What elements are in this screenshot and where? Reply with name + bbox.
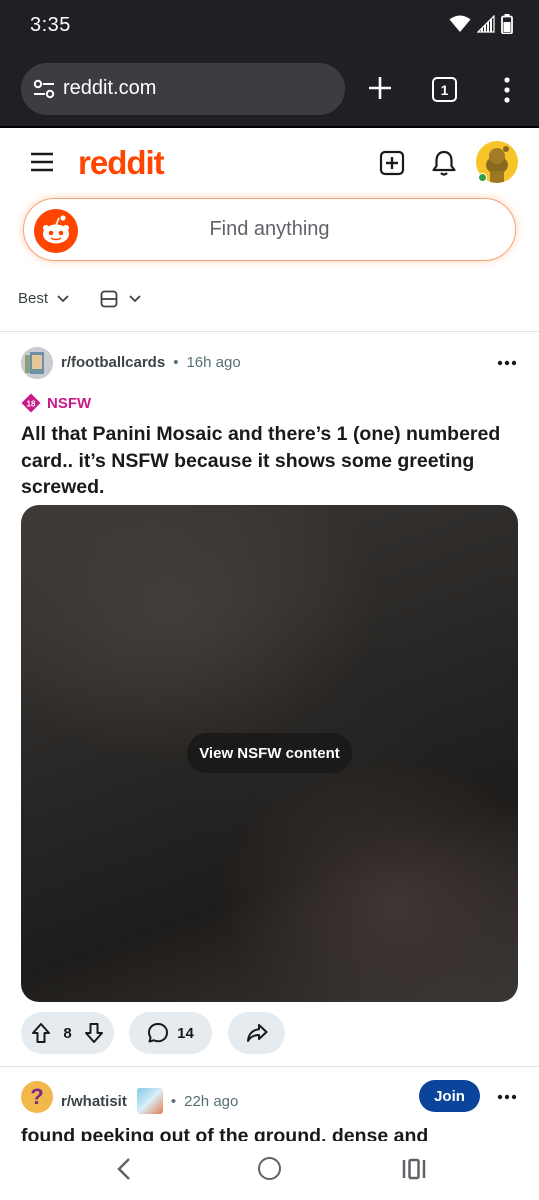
search-placeholder: Find anything <box>209 218 330 240</box>
tab-switcher-button[interactable]: 1 <box>432 77 457 102</box>
post-title-clip: found peeking out of the ground, dense a… <box>21 1124 521 1141</box>
nsfw-18-icon: 18 <box>21 393 41 413</box>
address-bar[interactable]: reddit.com <box>21 63 345 115</box>
more-options-icon[interactable] <box>497 360 517 366</box>
user-flair-image <box>136 1088 163 1114</box>
feed-divider <box>0 331 539 332</box>
comments-button[interactable]: 14 <box>129 1012 212 1054</box>
post-title[interactable]: found peeking out of the ground, dense a… <box>21 1124 521 1141</box>
post-media-blurred[interactable]: View NSFW content <box>21 505 518 1002</box>
new-tab-icon[interactable] <box>366 74 394 102</box>
browser-menu-icon[interactable] <box>500 76 514 104</box>
battery-icon <box>501 14 513 34</box>
url-text: reddit.com <box>63 77 157 99</box>
back-icon[interactable] <box>114 1157 134 1181</box>
post-timestamp: 16h ago <box>186 354 241 371</box>
chevron-down-icon <box>129 295 141 303</box>
comment-count: 14 <box>177 1024 194 1042</box>
nsfw-age-text: 18 <box>27 400 36 409</box>
status-time: 3:35 <box>30 14 71 36</box>
toolbar-divider <box>0 126 539 128</box>
create-post-icon[interactable] <box>379 150 405 176</box>
subreddit-name[interactable]: r/whatisit <box>61 1093 127 1110</box>
status-bar: 3:35 <box>0 0 539 52</box>
hamburger-menu-icon[interactable] <box>30 151 54 173</box>
tab-count: 1 <box>440 81 449 98</box>
nsfw-label: NSFW <box>47 394 92 412</box>
site-settings-icon[interactable] <box>33 79 55 99</box>
feed-divider <box>0 1066 539 1067</box>
downvote-icon[interactable] <box>84 1022 104 1044</box>
post-timestamp: 22h ago <box>184 1092 239 1110</box>
meta-separator: • <box>173 354 179 371</box>
meta-separator: • <box>170 1092 177 1110</box>
browser-toolbar: reddit.com 1 <box>0 52 539 126</box>
card-view-icon <box>100 290 118 308</box>
join-button[interactable]: Join <box>419 1080 480 1112</box>
post-meta: r/footballcards • 16h ago <box>61 354 241 371</box>
share-button[interactable] <box>228 1012 285 1054</box>
sort-dropdown[interactable]: Best <box>18 290 70 307</box>
online-status-dot <box>478 173 487 182</box>
status-icons <box>449 14 513 34</box>
vote-controls: 8 <box>21 1012 114 1054</box>
signal-icon <box>477 15 495 33</box>
upvote-icon[interactable] <box>31 1022 51 1044</box>
vote-count: 8 <box>63 1024 72 1042</box>
subreddit-name[interactable]: r/footballcards <box>61 354 165 371</box>
post-title[interactable]: All that Panini Mosaic and there’s 1 (on… <box>21 421 521 501</box>
more-options-icon[interactable] <box>497 1094 517 1100</box>
system-nav-bar <box>0 1141 539 1200</box>
wifi-icon <box>449 15 471 32</box>
comment-icon <box>148 1023 169 1043</box>
subreddit-avatar[interactable] <box>21 347 53 379</box>
view-nsfw-button[interactable]: View NSFW content <box>187 733 352 773</box>
reddit-logo[interactable]: reddit <box>78 144 165 182</box>
recents-icon[interactable] <box>402 1158 426 1180</box>
view-mode-dropdown[interactable] <box>100 290 142 308</box>
search-input[interactable]: Find anything <box>23 198 516 261</box>
notifications-bell-icon[interactable] <box>431 149 457 177</box>
share-icon <box>246 1024 267 1042</box>
chevron-down-icon <box>57 294 69 302</box>
sort-label: Best <box>18 290 49 307</box>
post-meta: r/whatisit • 22h ago <box>61 1088 238 1114</box>
subreddit-avatar[interactable]: ? <box>21 1081 53 1113</box>
nsfw-badge: 18 NSFW <box>21 393 91 413</box>
home-icon[interactable] <box>258 1157 281 1180</box>
